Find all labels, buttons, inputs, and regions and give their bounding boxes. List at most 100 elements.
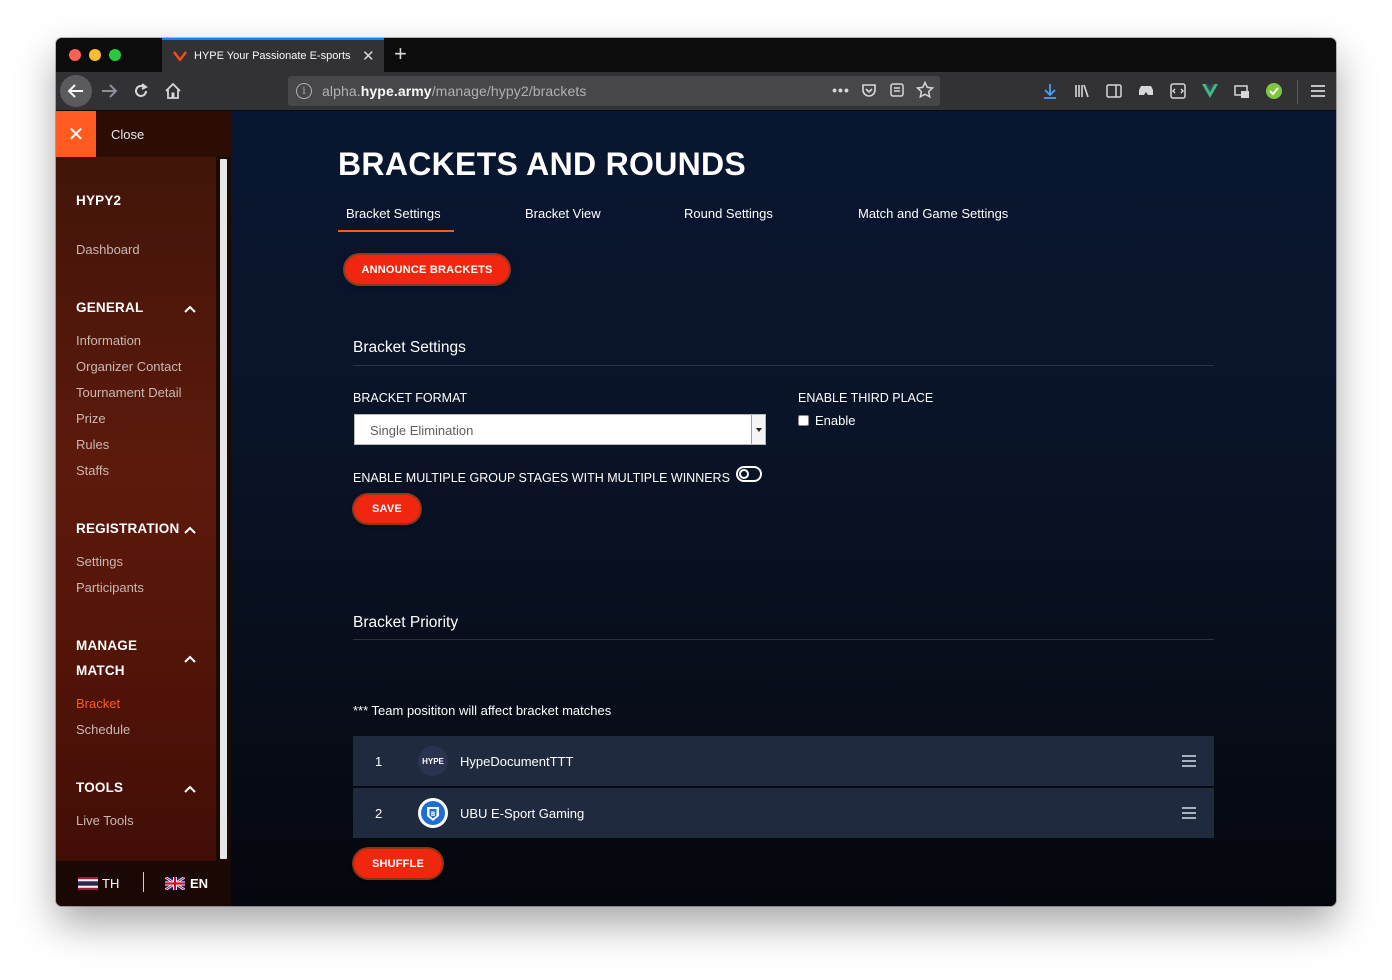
priority-rank: 1 [375, 753, 383, 769]
pocket-icon[interactable] [860, 81, 878, 99]
sidebar-item-dashboard[interactable]: Dashboard [76, 242, 140, 257]
enable-third-place-checkbox-label[interactable]: Enable [815, 413, 855, 428]
extension-mail-icon[interactable] [1232, 81, 1252, 101]
close-bar: ✕ Close [56, 111, 231, 157]
svg-text:B: B [431, 811, 436, 818]
ubu-shield-icon: B [418, 798, 448, 828]
sidebar-item-tournament-detail[interactable]: Tournament Detail [76, 385, 182, 400]
uk-flag-icon [165, 877, 185, 890]
hamburger-menu-icon[interactable] [1308, 81, 1328, 101]
close-window-button[interactable] [69, 49, 81, 61]
sidebar-item-participants[interactable]: Participants [76, 580, 144, 595]
multi-group-toggle[interactable] [736, 466, 762, 482]
minimize-window-button[interactable] [89, 49, 101, 61]
bracket-format-value: Single Elimination [370, 423, 474, 438]
main-content: BRACKETS AND ROUNDS Bracket Settings Bra… [231, 111, 1336, 906]
hype-logo-icon [172, 48, 188, 64]
toolbar-separator [1297, 80, 1298, 104]
bracket-priority-title: Bracket Priority [353, 614, 459, 631]
select-arrow-icon[interactable] [751, 415, 765, 444]
download-icon[interactable] [1040, 81, 1060, 101]
thailand-flag-icon [78, 877, 98, 890]
browser-window: HYPE Your Passionate E-sports ✕ + i alph… [56, 38, 1336, 906]
home-icon [165, 82, 181, 99]
arrow-right-icon [102, 84, 118, 98]
sidebar-scrollbar-thumb[interactable] [220, 159, 227, 859]
section-divider [353, 639, 1214, 640]
extension-devtools-icon[interactable] [1168, 81, 1188, 101]
tab-match-and-game-settings[interactable]: Match and Game Settings [858, 206, 1008, 221]
library-icon[interactable] [1072, 81, 1092, 101]
drag-handle-icon[interactable] [1182, 807, 1196, 819]
back-button[interactable] [60, 75, 92, 107]
tab-title: HYPE Your Passionate E-sports [194, 50, 351, 62]
toggle-knob [739, 469, 749, 479]
enable-third-place-checkbox[interactable] [798, 415, 809, 426]
priority-row[interactable]: 2 B UBU E-Sport Gaming [353, 788, 1214, 838]
priority-row[interactable]: 1 HYPE HypeDocumentTTT [353, 736, 1214, 786]
section-title-match[interactable]: MATCH [76, 663, 125, 678]
arrow-left-icon [67, 84, 83, 98]
privacy-mask-icon[interactable] [1136, 81, 1156, 101]
sidebar-item-prize[interactable]: Prize [76, 411, 106, 426]
bracket-format-label: BRACKET FORMAT [353, 391, 468, 405]
sidebar-item-settings[interactable]: Settings [76, 554, 123, 569]
sidebar-toggle-icon[interactable] [1104, 81, 1124, 101]
check-circle-icon[interactable] [1264, 81, 1284, 101]
page-actions-icon[interactable]: ••• [832, 81, 850, 99]
sidebar-item-organizer-contact[interactable]: Organizer Contact [76, 359, 182, 374]
third-place-label: ENABLE THIRD PLACE [798, 391, 934, 405]
chevron-up-icon[interactable] [182, 522, 198, 538]
priority-rank: 2 [375, 805, 383, 821]
section-title-registration[interactable]: REGISTRATION [76, 521, 179, 536]
reload-icon [135, 83, 148, 97]
sidebar-item-schedule[interactable]: Schedule [76, 722, 130, 737]
forward-button[interactable] [94, 76, 124, 106]
bracket-settings-title: Bracket Settings [353, 339, 466, 356]
announce-brackets-button[interactable]: ANNOUNCE BRACKETS [345, 255, 509, 284]
save-button[interactable]: SAVE [354, 495, 420, 523]
section-title-general[interactable]: GENERAL [76, 300, 143, 315]
tab-close-icon[interactable]: ✕ [362, 49, 375, 64]
url-text: alpha.hype.army/manage/hypy2/brackets [322, 83, 587, 99]
vue-devtools-icon[interactable] [1200, 81, 1220, 101]
home-button[interactable] [158, 76, 188, 106]
sidebar-item-bracket[interactable]: Bracket [76, 696, 120, 711]
tab-round-settings[interactable]: Round Settings [684, 206, 773, 221]
close-icon[interactable]: ✕ [56, 111, 96, 157]
language-th-button[interactable]: TH [78, 876, 119, 891]
site-info-icon[interactable]: i [296, 83, 312, 99]
navigation-bar: i alpha.hype.army/manage/hypy2/brackets … [56, 72, 1336, 111]
shuffle-button[interactable]: SHUFFLE [354, 849, 442, 878]
tab-bracket-settings[interactable]: Bracket Settings [346, 206, 441, 221]
drag-handle-icon[interactable] [1182, 755, 1196, 767]
chevron-up-icon[interactable] [182, 781, 198, 797]
maximize-window-button[interactable] [109, 49, 121, 61]
bracket-format-select[interactable]: Single Elimination [354, 414, 766, 445]
event-name: HYPY2 [76, 193, 122, 208]
bookmark-star-icon[interactable] [916, 81, 934, 99]
tab-bar: HYPE Your Passionate E-sports ✕ + [56, 38, 1336, 72]
team-name: HypeDocumentTTT [460, 753, 574, 769]
team-name: UBU E-Sport Gaming [460, 805, 585, 821]
new-tab-button[interactable]: + [394, 43, 407, 65]
close-label[interactable]: Close [111, 127, 144, 142]
browser-tab[interactable]: HYPE Your Passionate E-sports ✕ [162, 38, 384, 72]
language-en-button[interactable]: EN [165, 876, 208, 891]
language-en-label: EN [190, 876, 209, 891]
section-title-tools[interactable]: TOOLS [76, 780, 123, 795]
multi-group-label: ENABLE MULTIPLE GROUP STAGES WITH MULTIP… [353, 471, 730, 485]
reader-view-icon[interactable] [888, 81, 906, 99]
chevron-up-icon[interactable] [182, 301, 198, 317]
sidebar-item-staffs[interactable]: Staffs [76, 463, 109, 478]
tab-bracket-view[interactable]: Bracket View [525, 206, 601, 221]
language-bar: TH EN [56, 861, 231, 906]
sidebar-item-live-tools[interactable]: Live Tools [76, 813, 134, 828]
page-title: BRACKETS AND ROUNDS [338, 146, 747, 182]
section-title-manage[interactable]: MANAGE [76, 638, 137, 653]
reload-button[interactable] [126, 76, 156, 106]
url-bar[interactable]: i alpha.hype.army/manage/hypy2/brackets … [288, 76, 940, 106]
sidebar-item-rules[interactable]: Rules [76, 437, 109, 452]
sidebar-item-information[interactable]: Information [76, 333, 141, 348]
chevron-up-icon[interactable] [182, 651, 198, 667]
